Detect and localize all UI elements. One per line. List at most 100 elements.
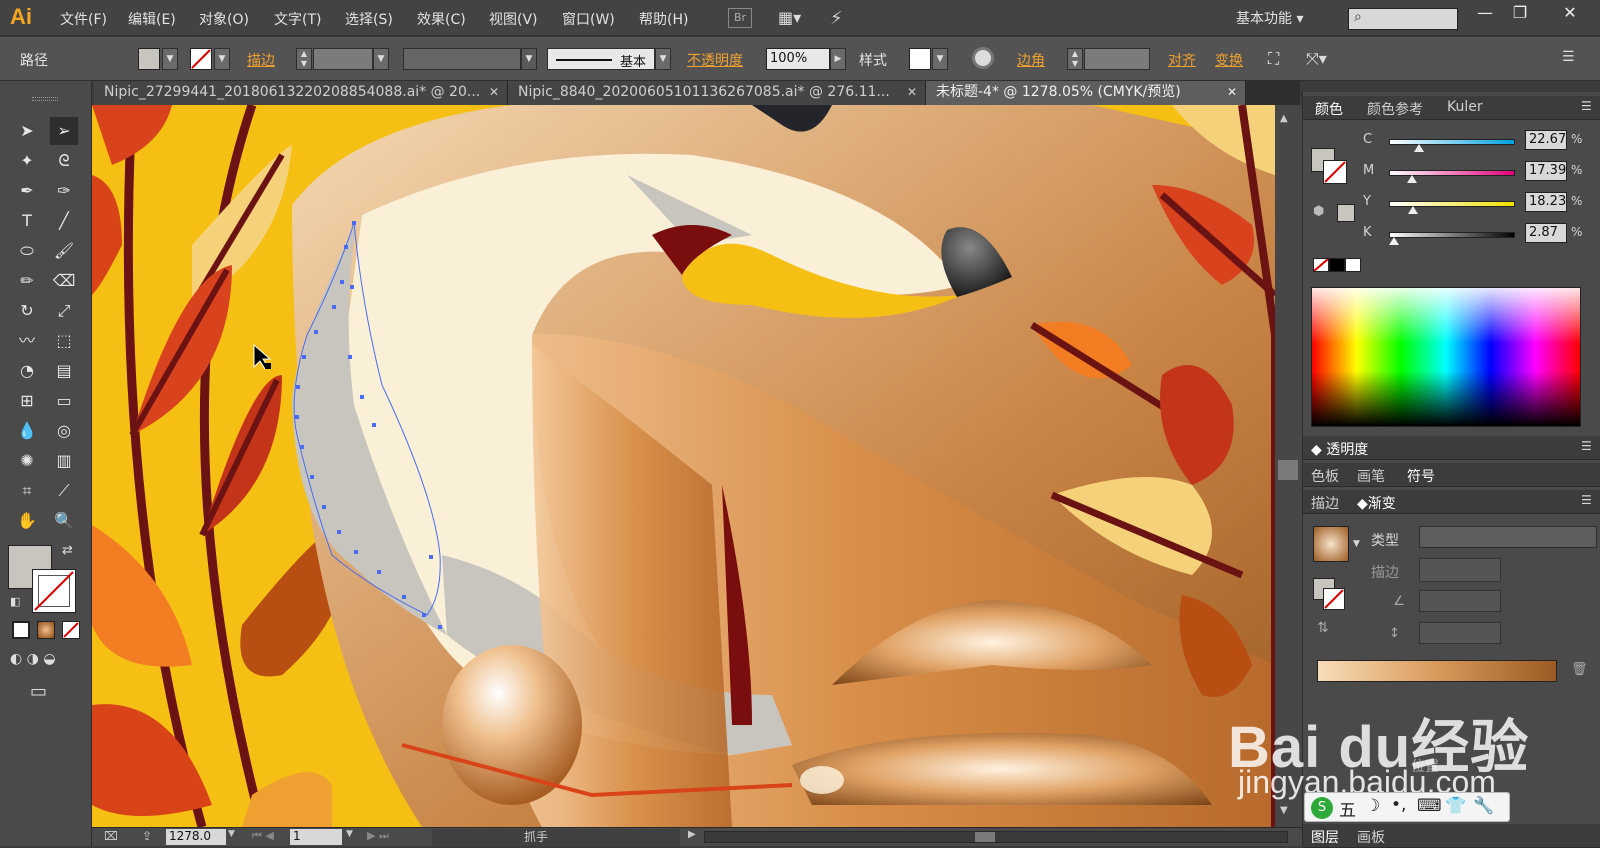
stroke-weight-dropdown[interactable]: ▼	[373, 48, 389, 70]
help-search-input[interactable]	[1348, 8, 1458, 30]
ime-skin-icon[interactable]: 👕	[1445, 796, 1466, 816]
channel-k-slider[interactable]	[1388, 232, 1515, 245]
hand-tool-icon[interactable]: ✋	[13, 507, 41, 535]
tab-layers[interactable]: 图层	[1311, 827, 1339, 847]
channel-k-value[interactable]: 2.87	[1525, 223, 1567, 243]
ime-moon-icon[interactable]: ☽	[1365, 796, 1380, 816]
graphic-style-swatch[interactable]	[909, 48, 931, 70]
close-tab-icon[interactable]: ✕	[1227, 81, 1237, 104]
color-spectrum[interactable]	[1311, 287, 1581, 427]
selection-tool-icon[interactable]: ➤	[13, 117, 41, 145]
delete-stop-icon[interactable]: 🗑	[1571, 662, 1588, 677]
variable-width-dropdown[interactable]: ▼	[521, 48, 537, 70]
h-scroll-thumb[interactable]	[975, 832, 995, 842]
menu-type[interactable]: 文字(T)	[274, 9, 321, 29]
mesh-tool-icon[interactable]: ⊞	[13, 387, 41, 415]
ime-logo-icon[interactable]: S	[1311, 797, 1333, 819]
free-transform-tool-icon[interactable]: ⬚	[50, 327, 78, 355]
opacity-slider-toggle[interactable]: ▶	[830, 48, 846, 70]
channel-c-slider[interactable]	[1389, 139, 1515, 152]
screen-mode-icon[interactable]: ▭	[30, 681, 47, 702]
stroke-color-box[interactable]	[32, 569, 76, 613]
tab-kuler[interactable]: Kuler	[1447, 99, 1483, 115]
blend-tool-icon[interactable]: ◎	[50, 417, 78, 445]
status-menu-arrow[interactable]: ▶	[688, 829, 696, 840]
slice-tool-icon[interactable]: ⟋	[50, 477, 78, 505]
corner-stepper[interactable]: ▲ ▼	[1067, 48, 1083, 70]
artboard-field[interactable]: 1	[290, 829, 342, 845]
corner-field[interactable]	[1084, 48, 1150, 70]
gpu-performance-icon[interactable]: ⚡	[830, 8, 860, 30]
variable-width-profile[interactable]	[403, 48, 521, 70]
transform-label[interactable]: 变换	[1215, 50, 1243, 70]
eraser-tool-icon[interactable]: ⌫	[50, 267, 78, 295]
restore-button[interactable]: ❐	[1505, 3, 1535, 25]
gradient-type-select[interactable]	[1419, 526, 1597, 548]
tab-stroke[interactable]: 描边	[1311, 493, 1339, 513]
stroke-swatch[interactable]	[190, 48, 212, 70]
zoom-field[interactable]: 1278.0	[166, 829, 226, 845]
stroke-dropdown[interactable]: ▼	[214, 48, 230, 70]
opacity-label[interactable]: 不透明度	[687, 50, 743, 70]
tab-gradient[interactable]: ◆渐变	[1357, 493, 1396, 513]
tab-document-2[interactable]: Nipic_8840_20200605101136267085.ai* @ 27…	[508, 81, 926, 105]
swap-fill-stroke-icon[interactable]: ⇄	[62, 543, 73, 558]
ellipse-tool-icon[interactable]: ⬭	[13, 237, 41, 265]
stroke-weight-stepper[interactable]: ▲ ▼	[296, 48, 312, 70]
menu-edit[interactable]: 编辑(E)	[128, 9, 176, 29]
direct-selection-tool-icon[interactable]: ➢	[50, 117, 78, 145]
graphic-style-dropdown[interactable]: ▼	[932, 48, 948, 70]
menu-select[interactable]: 选择(S)	[345, 9, 393, 29]
tab-transparency[interactable]: ◆ 透明度	[1311, 439, 1368, 459]
menu-file[interactable]: 文件(F)	[60, 9, 107, 29]
channel-m-slider[interactable]	[1389, 170, 1515, 183]
angle-field[interactable]	[1419, 590, 1501, 612]
column-graph-tool-icon[interactable]: ▥	[50, 447, 78, 475]
workspace-switcher[interactable]: 基本功能 ▾	[1236, 8, 1303, 28]
artboard-tool-icon[interactable]: ⌗	[13, 477, 41, 505]
scroll-down-icon[interactable]: ▼	[1280, 805, 1288, 816]
channel-m-thumb[interactable]	[1406, 175, 1417, 183]
bridge-button[interactable]: Br	[728, 8, 752, 28]
warp-tool-icon[interactable]: 〰	[13, 327, 41, 355]
align-label[interactable]: 对齐	[1168, 50, 1196, 70]
close-window-button[interactable]: ✕	[1555, 3, 1585, 25]
close-tab-icon[interactable]: ✕	[907, 81, 917, 104]
default-fill-stroke-icon[interactable]: ◧	[10, 595, 20, 608]
panel-menu-icon[interactable]: ☰	[1562, 49, 1575, 65]
channel-m-value[interactable]: 17.39	[1525, 161, 1567, 181]
tab-artboards[interactable]: 画板	[1357, 827, 1385, 847]
rotate-tool-icon[interactable]: ↻	[13, 297, 41, 325]
out-of-gamut-swatch[interactable]	[1337, 204, 1355, 222]
channel-y-value[interactable]: 18.23	[1525, 192, 1567, 212]
share-icon[interactable]: ⇪	[142, 829, 152, 843]
line-tool-icon[interactable]: ╱	[50, 207, 78, 235]
artboard-canvas[interactable]	[92, 105, 1275, 827]
scroll-thumb[interactable]	[1278, 460, 1298, 480]
gradient-stroke-swatch[interactable]	[1323, 588, 1345, 610]
close-tab-icon[interactable]: ✕	[489, 81, 499, 104]
tab-swatches[interactable]: 色板	[1311, 466, 1339, 486]
white-color-swatch[interactable]	[1345, 258, 1361, 272]
fill-dropdown[interactable]: ▼	[162, 48, 178, 70]
gradient-tool-icon[interactable]: ▭	[50, 387, 78, 415]
scale-tool-icon[interactable]: ⤢	[50, 297, 78, 325]
panel-menu-icon[interactable]: ☰	[1581, 439, 1592, 453]
symbol-sprayer-tool-icon[interactable]: ✺	[13, 447, 41, 475]
ime-mode-label[interactable]: 五	[1339, 796, 1356, 821]
drawing-modes-icon[interactable]: ◐ ◑ ◒	[10, 651, 82, 671]
lasso-tool-icon[interactable]: ᘓ	[50, 147, 78, 175]
stroke-label[interactable]: 描边	[247, 50, 275, 70]
ime-punct-icon[interactable]: •,	[1391, 795, 1406, 815]
minimize-button[interactable]: —	[1470, 3, 1500, 25]
type-tool-icon[interactable]: T	[13, 207, 41, 235]
corner-label[interactable]: 边角	[1017, 50, 1045, 70]
none-mode-icon[interactable]	[62, 621, 80, 639]
paintbrush-tool-icon[interactable]: 🖌	[50, 237, 78, 265]
select-similar-icon[interactable]: ⤧▾	[1306, 49, 1327, 69]
channel-c-thumb[interactable]	[1413, 144, 1424, 152]
zoom-dropdown[interactable]: ▼	[228, 829, 235, 839]
channel-k-thumb[interactable]	[1388, 237, 1399, 245]
channel-y-thumb[interactable]	[1407, 206, 1418, 214]
artboard-dropdown[interactable]: ▼	[346, 829, 353, 839]
